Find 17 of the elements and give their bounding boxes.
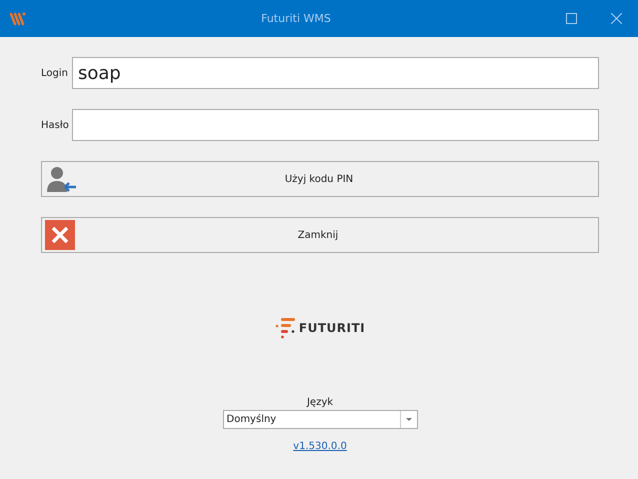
window-title: Futuriti WMS	[260, 12, 332, 25]
close-icon[interactable]	[611, 13, 622, 24]
close-button[interactable]: Zamknij	[41, 217, 599, 253]
version-link[interactable]: v1.530.0.0	[293, 441, 347, 452]
logo-text: FUTURITI	[298, 321, 366, 335]
pin-button[interactable]: Użyj kodu PIN	[41, 161, 599, 197]
login-field[interactable]: soap	[72, 57, 599, 89]
close-icon	[45, 220, 75, 250]
password-field[interactable]	[72, 109, 599, 141]
language-dropdown[interactable]: Domyślny	[222, 410, 418, 429]
field-label: Hasło	[41, 120, 70, 130]
user-arrow-icon	[45, 165, 77, 193]
language-label: Język	[306, 397, 334, 408]
logo-icon	[274, 317, 297, 339]
field-label: Login	[41, 68, 69, 78]
maximize-icon[interactable]	[566, 13, 577, 24]
app-logo-icon	[10, 12, 26, 26]
